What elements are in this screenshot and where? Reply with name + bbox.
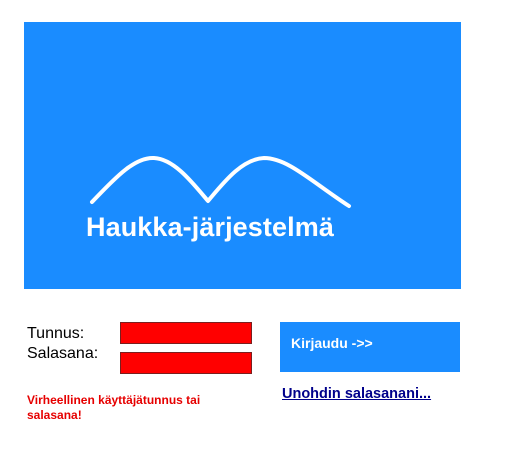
username-label: Tunnus: <box>27 325 85 342</box>
hawk-wings-icon <box>90 155 351 208</box>
forgot-password-link[interactable]: Unohdin salasanani... <box>282 386 431 402</box>
password-field[interactable] <box>120 352 252 374</box>
login-button-label: Kirjaudu ->> <box>291 335 373 351</box>
app-title: Haukka-järjestelmä <box>86 212 334 242</box>
error-message: Virheellinen käyttäjätunnus tai salasana… <box>27 393 201 422</box>
header-banner: Haukka-järjestelmä <box>24 22 461 289</box>
password-label: Salasana: <box>27 345 99 362</box>
login-button[interactable]: Kirjaudu ->> <box>280 322 460 372</box>
username-field[interactable] <box>120 322 252 344</box>
